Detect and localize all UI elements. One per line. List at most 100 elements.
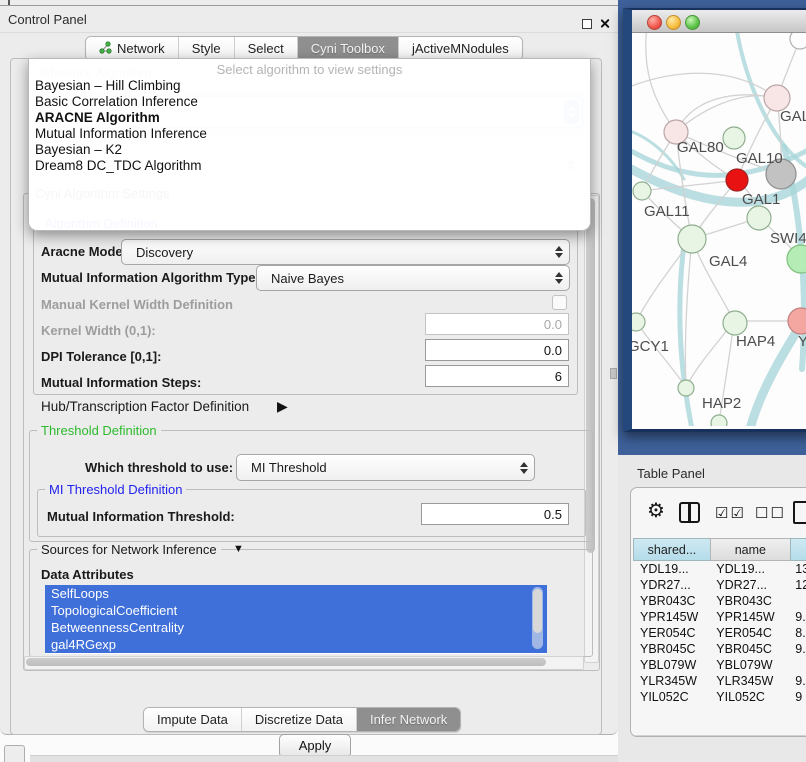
table-cell[interactable]: YPR145W bbox=[709, 609, 788, 625]
table-cell[interactable]: YDL19... bbox=[709, 561, 788, 577]
column-header[interactable]: A bbox=[790, 538, 806, 561]
table-row[interactable]: YBR045C YBR045C 9. bbox=[633, 641, 806, 657]
table-horizontal-scrollbar[interactable] bbox=[633, 735, 806, 737]
table-row[interactable]: YDR27... YDR27... 12 bbox=[633, 577, 806, 593]
table-row[interactable]: YIL052C YIL052C 9 bbox=[633, 689, 806, 705]
tab-discretize-data[interactable]: Discretize Data bbox=[242, 708, 357, 731]
float-window-icon[interactable] bbox=[582, 19, 592, 29]
table-cell[interactable] bbox=[788, 657, 806, 673]
network-window-titlebar[interactable] bbox=[632, 10, 806, 33]
tab-infer-network[interactable]: Infer Network bbox=[357, 708, 460, 731]
table-cell[interactable]: YIL052C bbox=[633, 689, 709, 705]
tab-jactivemnodules-label: jActiveMNodules bbox=[412, 41, 509, 56]
collapsed-panel-icon[interactable] bbox=[4, 745, 25, 762]
table-cell[interactable]: YDL19... bbox=[633, 561, 709, 577]
tab-cyni-toolbox[interactable]: Cyni Toolbox bbox=[298, 37, 399, 60]
combo-stepper-icon[interactable] bbox=[517, 458, 531, 477]
network-canvas[interactable]: GAL GAL80 GAL10 GAL11 GAL1 SWI4 GAL4 GCY… bbox=[632, 33, 806, 426]
attribute-item[interactable]: BetweennessCentrality bbox=[45, 619, 547, 636]
table-cell[interactable]: YER054C bbox=[709, 625, 788, 641]
column-header[interactable]: shared... bbox=[633, 538, 710, 561]
node-salmon[interactable] bbox=[788, 308, 806, 334]
which-threshold-combo[interactable]: MI Threshold bbox=[236, 454, 535, 481]
node-gal1[interactable] bbox=[747, 206, 771, 230]
table-row[interactable]: YBR043C YBR043C bbox=[633, 593, 806, 609]
tab-impute-data[interactable]: Impute Data bbox=[144, 708, 242, 731]
combo-stepper-icon[interactable] bbox=[552, 243, 566, 261]
table-row[interactable]: YPR145W YPR145W 9. bbox=[633, 609, 806, 625]
table-cell[interactable]: YPR145W bbox=[633, 609, 709, 625]
table-cell[interactable]: YBR045C bbox=[709, 641, 788, 657]
table-cell[interactable]: YBL079W bbox=[633, 657, 709, 673]
panel-splitter-grip[interactable] bbox=[610, 368, 617, 379]
attributes-list-scrollbar[interactable] bbox=[532, 587, 543, 649]
attribute-item[interactable]: SelfLoops bbox=[45, 585, 547, 602]
table-cell[interactable]: 13 bbox=[788, 561, 806, 577]
table-cell[interactable]: 9. bbox=[788, 673, 806, 689]
mi-steps-field[interactable] bbox=[425, 365, 569, 387]
deselect-checkboxes-icon[interactable]: ☐☐ bbox=[755, 503, 786, 525]
hub-expand-arrow-icon[interactable]: ▶ bbox=[277, 398, 288, 415]
node-gal11[interactable] bbox=[633, 182, 651, 200]
close-traffic-light-icon[interactable] bbox=[647, 15, 662, 30]
mi-algorithm-type-combo[interactable]: Naive Bayes bbox=[256, 265, 570, 291]
popup-item[interactable]: Bayesian – K2 bbox=[33, 142, 585, 158]
table-cell[interactable]: 9. bbox=[788, 641, 806, 657]
table-cell[interactable]: YBR043C bbox=[633, 593, 709, 609]
popup-item-selected[interactable]: ARACNE Algorithm bbox=[33, 110, 585, 126]
tab-select[interactable]: Select bbox=[235, 37, 298, 60]
tab-style[interactable]: Style bbox=[179, 37, 235, 60]
popup-item[interactable]: Bayesian – Hill Climbing bbox=[33, 78, 585, 94]
settings-horizontal-scrollbar[interactable] bbox=[24, 656, 584, 670]
table-cell[interactable]: YIL052C bbox=[709, 689, 788, 705]
tab-jactivemnodules[interactable]: jActiveMNodules bbox=[399, 37, 522, 60]
combo-stepper-icon[interactable] bbox=[552, 269, 566, 287]
table-cell[interactable]: YER054C bbox=[633, 625, 709, 641]
table-cell[interactable]: 9 bbox=[788, 689, 806, 705]
tab-network[interactable]: Network bbox=[86, 37, 179, 60]
minimize-traffic-light-icon[interactable] bbox=[666, 15, 681, 30]
node-hap4[interactable] bbox=[723, 311, 747, 335]
table-cell[interactable]: YLR345W bbox=[633, 673, 709, 689]
node-partial-bottom[interactable] bbox=[711, 415, 727, 426]
split-columns-icon[interactable] bbox=[679, 502, 700, 523]
table-cell[interactable]: 9. bbox=[788, 609, 806, 625]
table-cell[interactable]: YBR043C bbox=[709, 593, 788, 609]
popup-item[interactable]: Dream8 DC_TDC Algorithm bbox=[33, 158, 585, 174]
table-cell[interactable]: YBL079W bbox=[709, 657, 788, 673]
sources-collapse-arrow-icon[interactable]: ▼ bbox=[233, 543, 244, 555]
column-header[interactable]: name bbox=[710, 538, 790, 561]
table-cell[interactable]: YBR045C bbox=[633, 641, 709, 657]
node-swi4[interactable] bbox=[787, 245, 806, 273]
node-label: GAL11 bbox=[644, 203, 690, 220]
mi-threshold-field[interactable] bbox=[421, 503, 569, 525]
close-icon[interactable] bbox=[599, 18, 610, 29]
table-cell[interactable]: YDR27... bbox=[633, 577, 709, 593]
dpi-tolerance-field[interactable] bbox=[425, 339, 569, 361]
cyni-mode-tabs: Impute Data Discretize Data Infer Networ… bbox=[143, 707, 461, 732]
node-gcy1[interactable] bbox=[632, 313, 645, 331]
zoom-traffic-light-icon[interactable] bbox=[685, 15, 700, 30]
table-row[interactable]: YLR345W YLR345W 9. bbox=[633, 673, 806, 689]
node-unlabeled[interactable] bbox=[790, 33, 806, 49]
table-cell[interactable] bbox=[788, 593, 806, 609]
popup-item[interactable]: Mutual Information Inference bbox=[33, 126, 585, 142]
aracne-mode-combo[interactable]: Discovery bbox=[121, 239, 570, 265]
table-cell[interactable]: 12 bbox=[788, 577, 806, 593]
document-icon[interactable] bbox=[793, 501, 806, 524]
table-cell[interactable]: YDR27... bbox=[709, 577, 788, 593]
select-all-checkboxes-icon[interactable]: ☑☑ bbox=[715, 503, 746, 525]
gear-icon[interactable]: ⚙ bbox=[647, 500, 665, 522]
table-row[interactable]: YDL19... YDL19... 13 bbox=[633, 561, 806, 577]
attribute-item[interactable]: gal4RGexp bbox=[45, 636, 547, 653]
node-gal10[interactable] bbox=[723, 127, 745, 149]
node-selected-red[interactable] bbox=[726, 169, 748, 191]
table-cell[interactable]: YLR345W bbox=[709, 673, 788, 689]
table-row[interactable]: YBL079W YBL079W bbox=[633, 657, 806, 673]
attribute-item[interactable]: TopologicalCoefficient bbox=[45, 602, 547, 619]
popup-item[interactable]: Basic Correlation Inference bbox=[33, 94, 585, 110]
table-cell[interactable]: 8. bbox=[788, 625, 806, 641]
node-hap2[interactable] bbox=[678, 380, 694, 396]
table-row[interactable]: YER054C YER054C 8. bbox=[633, 625, 806, 641]
node-gal4[interactable] bbox=[678, 225, 706, 253]
